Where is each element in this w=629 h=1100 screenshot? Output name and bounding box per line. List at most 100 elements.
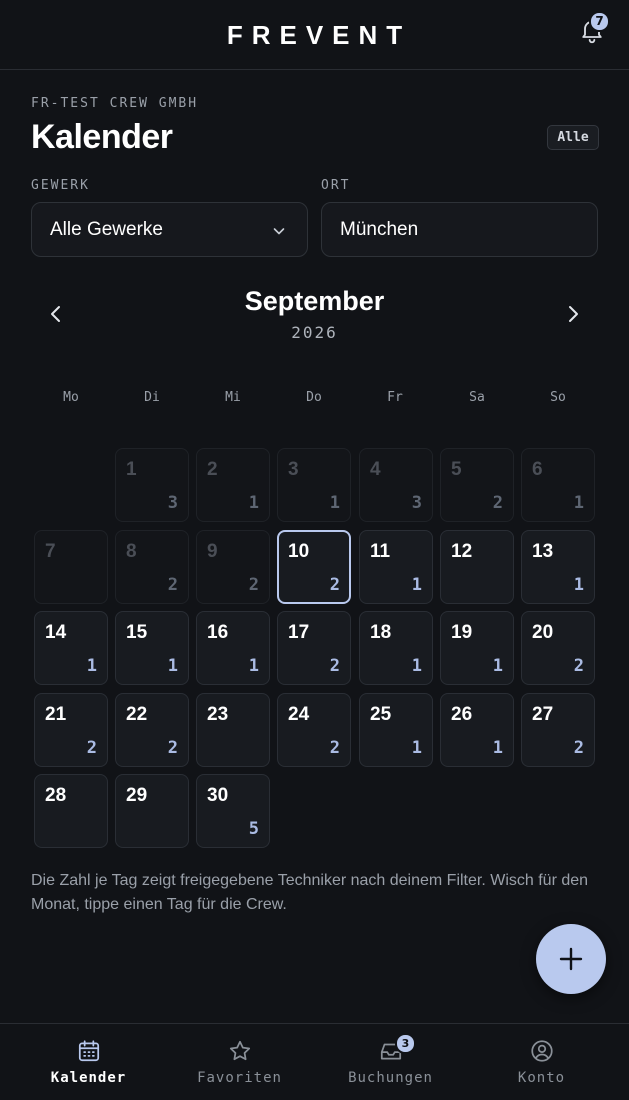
day-number: 18 bbox=[370, 622, 392, 643]
bottom-nav: Kalender Favoriten 3 Buchungen Konto bbox=[0, 1023, 629, 1100]
technician-count: 2 bbox=[86, 738, 97, 758]
calendar-day[interactable]: 14 1 bbox=[34, 611, 108, 685]
location-input-value: München bbox=[340, 219, 419, 240]
calendar-day[interactable]: 31 bbox=[277, 448, 351, 522]
calendar-day[interactable]: 13 bbox=[115, 448, 189, 522]
bookings-badge: 3 bbox=[395, 1033, 416, 1054]
technician-count: 1 bbox=[248, 493, 259, 513]
day-number: 1 bbox=[126, 459, 137, 480]
day-number: 3 bbox=[288, 459, 299, 480]
day-number: 17 bbox=[288, 622, 310, 643]
next-month-button[interactable] bbox=[558, 299, 588, 329]
calendar-day[interactable]: 82 bbox=[115, 530, 189, 604]
weekday-header: Mi bbox=[225, 390, 241, 405]
calendar-day[interactable]: 16 1 bbox=[196, 611, 270, 685]
technician-count: 1 bbox=[573, 493, 584, 513]
technician-count: 1 bbox=[492, 738, 503, 758]
calendar-day[interactable]: 19 1 bbox=[440, 611, 514, 685]
calendar-day[interactable]: 29 bbox=[115, 774, 189, 848]
day-number: 4 bbox=[370, 459, 381, 480]
technician-count: 2 bbox=[329, 738, 340, 758]
calendar-day[interactable]: 23 bbox=[196, 693, 270, 767]
calendar-day[interactable]: 92 bbox=[196, 530, 270, 604]
nav-tab-kalender[interactable]: Kalender bbox=[10, 1024, 167, 1100]
brand-logo: FREVENT bbox=[226, 20, 412, 50]
technician-count: 1 bbox=[248, 656, 259, 676]
calendar-day[interactable]: 30 5 bbox=[196, 774, 270, 848]
day-number: 8 bbox=[126, 541, 137, 562]
day-number: 13 bbox=[532, 541, 554, 562]
calendar-day[interactable]: 61 bbox=[521, 448, 595, 522]
technician-count: 2 bbox=[167, 738, 178, 758]
company-name: FR-TEST CREW GMBH bbox=[31, 96, 199, 111]
chevron-right-icon bbox=[569, 306, 578, 322]
technician-count: 1 bbox=[167, 656, 178, 676]
calendar-day[interactable]: 12 bbox=[440, 530, 514, 604]
calendar-day[interactable]: 24 2 bbox=[277, 693, 351, 767]
calendar-day[interactable]: 21 2 bbox=[34, 693, 108, 767]
calendar-hint: Die Zahl je Tag zeigt freigegebene Techn… bbox=[31, 872, 589, 913]
calendar-day[interactable]: 26 1 bbox=[440, 693, 514, 767]
calendar-day[interactable]: 20 2 bbox=[521, 611, 595, 685]
calendar-day[interactable]: 21 bbox=[196, 448, 270, 522]
day-number: 16 bbox=[207, 622, 229, 643]
day-number: 10 bbox=[288, 541, 310, 562]
day-number: 28 bbox=[45, 785, 67, 806]
nav-tab-label: Konto bbox=[517, 1070, 566, 1086]
weekday-header: Fr bbox=[387, 390, 403, 405]
day-number: 11 bbox=[370, 541, 391, 562]
calendar-day[interactable]: 11 1 bbox=[359, 530, 433, 604]
technician-count: 2 bbox=[573, 738, 584, 758]
day-number: 22 bbox=[126, 704, 148, 725]
technician-count: 1 bbox=[411, 656, 422, 676]
calendar-day[interactable]: 27 2 bbox=[521, 693, 595, 767]
calendar-day[interactable]: 7 bbox=[34, 530, 108, 604]
month-name: September bbox=[244, 286, 385, 316]
day-number: 15 bbox=[126, 622, 148, 643]
technician-count: 3 bbox=[411, 493, 422, 513]
weekday-header: Di bbox=[144, 390, 160, 405]
technician-count: 3 bbox=[167, 493, 178, 513]
add-button[interactable] bbox=[536, 924, 606, 994]
day-number: 26 bbox=[451, 704, 473, 725]
day-number: 24 bbox=[288, 704, 310, 725]
page-title: Kalender bbox=[31, 118, 173, 156]
notifications-button[interactable]: 7 bbox=[578, 11, 610, 46]
filter-chip-all[interactable]: Alle bbox=[547, 125, 599, 150]
nav-tab-favoriten[interactable]: Favoriten bbox=[161, 1024, 318, 1100]
calendar-day[interactable]: 22 2 bbox=[115, 693, 189, 767]
weekday-header: So bbox=[550, 390, 566, 405]
calendar-day[interactable]: 25 1 bbox=[359, 693, 433, 767]
calendar-day[interactable]: 28 bbox=[34, 774, 108, 848]
technician-count: 2 bbox=[329, 575, 340, 595]
calendar-day[interactable]: 52 bbox=[440, 448, 514, 522]
day-number: 27 bbox=[532, 704, 554, 725]
technician-count: 1 bbox=[492, 656, 503, 676]
trade-select-value: Alle Gewerke bbox=[50, 219, 163, 240]
technician-count: 2 bbox=[492, 493, 503, 513]
calendar-day[interactable]: 13 1 bbox=[521, 530, 595, 604]
technician-count: 2 bbox=[248, 575, 259, 595]
calendar-day[interactable]: 17 2 bbox=[277, 611, 351, 685]
calendar-day[interactable]: 43 bbox=[359, 448, 433, 522]
day-number: 20 bbox=[532, 622, 554, 643]
star-icon bbox=[229, 1040, 251, 1061]
calendar-day[interactable]: 15 1 bbox=[115, 611, 189, 685]
technician-count: 1 bbox=[411, 738, 422, 758]
day-number: 19 bbox=[451, 622, 473, 643]
nav-tab-konto[interactable]: Konto bbox=[463, 1024, 620, 1100]
day-number: 6 bbox=[532, 459, 543, 480]
location-input[interactable]: München bbox=[321, 202, 598, 257]
trade-select[interactable]: Alle Gewerke bbox=[31, 202, 308, 257]
plus-icon bbox=[559, 947, 583, 971]
nav-tab-buchungen[interactable]: 3 Buchungen bbox=[312, 1024, 469, 1100]
top-bar: FREVENT 7 bbox=[0, 0, 629, 70]
day-number: 9 bbox=[207, 541, 218, 562]
technician-count: 1 bbox=[411, 575, 422, 595]
day-number: 25 bbox=[370, 704, 392, 725]
day-number: 29 bbox=[126, 785, 148, 806]
calendar-day[interactable]: 18 1 bbox=[359, 611, 433, 685]
day-number: 7 bbox=[45, 541, 56, 562]
day-number: 5 bbox=[451, 459, 462, 480]
calendar-day[interactable]: 10 2 bbox=[277, 530, 351, 604]
